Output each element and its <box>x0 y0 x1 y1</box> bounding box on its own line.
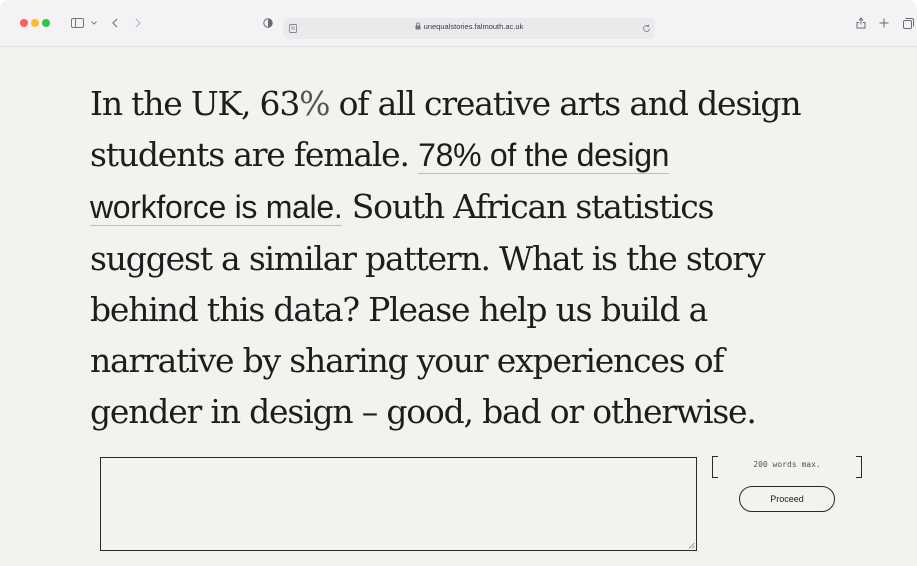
resize-handle-icon[interactable] <box>688 542 695 549</box>
browser-toolbar: unequalstories.falmouth.ac.uk <box>0 0 917 47</box>
chevron-down-icon[interactable] <box>90 14 98 32</box>
reload-icon[interactable] <box>641 23 651 33</box>
address-bar[interactable]: unequalstories.falmouth.ac.uk <box>283 18 655 39</box>
intro-paragraph: In the UK, 63% of all creative arts and … <box>90 78 810 437</box>
intro-text-start: In the UK, 63 <box>90 84 300 123</box>
zoom-window-button[interactable] <box>42 19 50 27</box>
share-icon[interactable] <box>855 14 867 32</box>
close-window-button[interactable] <box>20 19 28 27</box>
back-button-icon[interactable] <box>110 14 120 32</box>
sidebar-icon[interactable] <box>70 14 84 32</box>
url-text: unequalstories.falmouth.ac.uk <box>423 22 524 31</box>
new-tab-icon[interactable] <box>878 14 890 32</box>
word-limit-label: 200 words max. <box>753 460 821 469</box>
proceed-button[interactable]: Proceed <box>739 486 835 512</box>
lock-icon <box>415 22 421 32</box>
privacy-shield-icon[interactable] <box>262 14 274 32</box>
forward-button-icon[interactable] <box>133 14 143 32</box>
browser-window: unequalstories.falmouth.ac.uk In the UK,… <box>0 0 917 566</box>
right-bracket-decoration <box>856 456 862 478</box>
minimize-window-button[interactable] <box>31 19 39 27</box>
percent-sign: % <box>299 84 330 123</box>
experience-text-input[interactable] <box>100 457 697 551</box>
left-bracket-decoration <box>712 456 718 478</box>
tab-overview-icon[interactable] <box>902 14 914 32</box>
